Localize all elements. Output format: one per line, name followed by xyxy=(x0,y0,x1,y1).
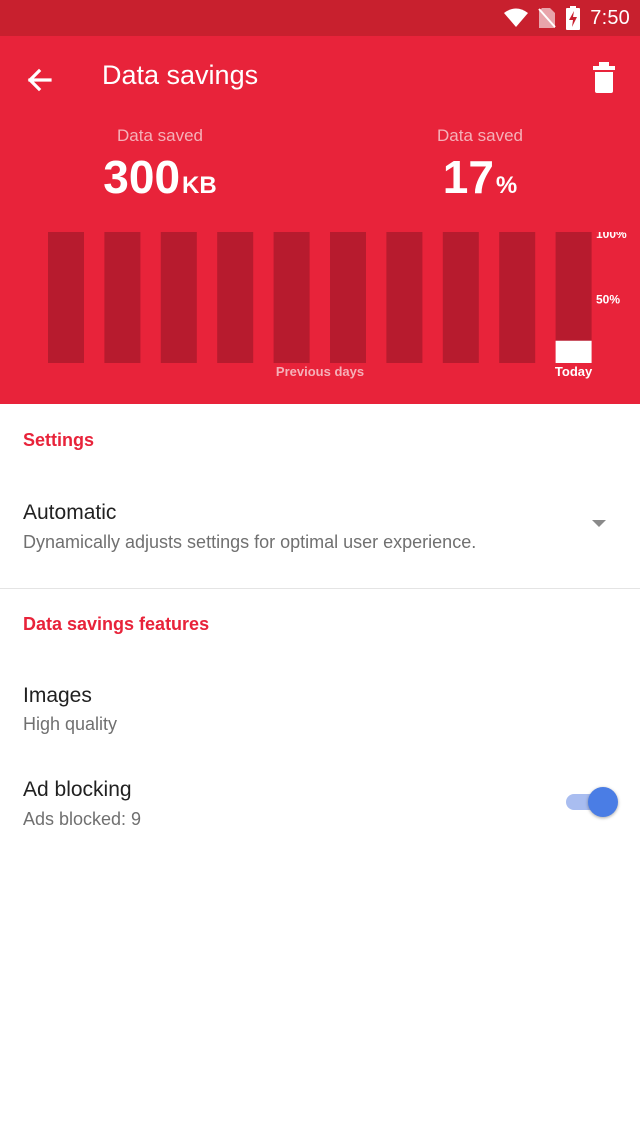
stat-value: 300KB xyxy=(60,154,260,209)
chart-y-tick-label: 50% xyxy=(596,293,620,307)
ad-blocking-subtitle: Ads blocked: 9 xyxy=(23,809,142,829)
arrow-back-icon xyxy=(27,68,52,92)
chart-bar-background xyxy=(160,232,197,363)
chart-bar-background xyxy=(442,232,479,363)
stat-number: 17 xyxy=(442,151,494,203)
chart-x-label-previous: Previous days xyxy=(276,364,364,379)
chart-bar-background xyxy=(386,232,423,363)
page-title: Data savings xyxy=(102,60,259,90)
stat-unit: KB xyxy=(182,172,217,199)
back-button[interactable] xyxy=(22,62,58,98)
chart-y-tick-label: 100% xyxy=(596,232,627,241)
stat-label: Data saved xyxy=(117,126,203,145)
stat-number: 300 xyxy=(103,151,181,203)
mode-title: Automatic xyxy=(23,501,117,524)
delete-button[interactable] xyxy=(588,60,620,96)
savings-chart-svg: 100% 50% Previous days Today xyxy=(48,232,627,379)
status-time: 7:50 xyxy=(590,6,630,29)
chart-bar-background xyxy=(499,232,536,363)
settings-section-header: Settings xyxy=(23,430,95,450)
divider xyxy=(0,588,640,589)
mode-subtitle: Dynamically adjusts settings for optimal… xyxy=(23,532,477,552)
status-icons: 7:50 xyxy=(504,6,630,30)
trash-icon xyxy=(593,62,615,93)
status-bar: 7:50 xyxy=(0,0,640,36)
chart-x-label-today: Today xyxy=(555,364,593,379)
chart-bar-background xyxy=(217,232,254,363)
stat-label: Data saved xyxy=(437,126,523,145)
ad-blocking-toggle[interactable] xyxy=(566,786,618,818)
images-title: Images xyxy=(23,684,92,707)
wifi-icon xyxy=(504,8,529,27)
chart-bar xyxy=(555,340,592,363)
data-saved-amount: Data saved 300KB xyxy=(60,126,260,209)
ad-blocking-title: Ad blocking xyxy=(23,778,132,801)
chart-bar-background xyxy=(104,232,141,363)
chart-bar-background xyxy=(273,232,310,363)
no-sim-icon xyxy=(538,8,557,28)
data-saved-percent: Data saved 17% xyxy=(380,126,580,209)
data-savings-header: Data savings Data saved 300KB Data saved… xyxy=(0,36,640,404)
stat-unit: % xyxy=(495,172,518,199)
features-section-header: Data savings features xyxy=(23,614,210,634)
savings-chart: 100% 50% Previous days Today xyxy=(0,232,640,402)
toggle-thumb xyxy=(588,787,618,817)
battery-charging-icon xyxy=(566,6,581,30)
chart-bar-background xyxy=(330,232,366,363)
chevron-down-icon[interactable] xyxy=(592,520,606,527)
stat-value: 17% xyxy=(380,154,580,209)
chart-bar-background xyxy=(48,232,84,363)
images-subtitle: High quality xyxy=(23,714,118,734)
